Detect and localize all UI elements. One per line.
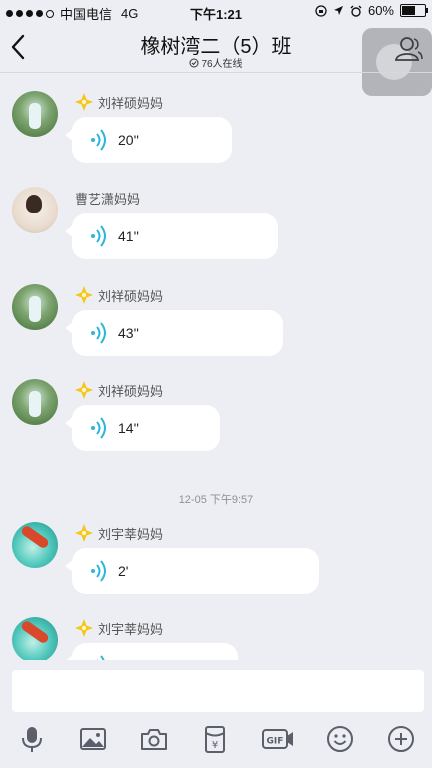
status-icons: 60% [315, 3, 428, 18]
time-divider: 12-05 下午9:57 [178, 494, 254, 506]
sender-row: 刘祥硕妈妈 [74, 284, 163, 306]
voice-duration: 41'' [118, 228, 139, 244]
svg-text:¥: ¥ [212, 740, 218, 751]
location-arrow-icon [333, 6, 343, 15]
online-count: 76人在线 [201, 59, 243, 70]
red-packet-icon[interactable]: ¥ [200, 724, 230, 754]
input-area: ¥ GIF [0, 660, 432, 768]
message-item: 刘宇莘妈妈 [0, 617, 432, 660]
voice-message-bubble[interactable]: 2' [65, 548, 319, 594]
alarm-icon [350, 5, 362, 17]
svg-text:GIF: GIF [267, 737, 284, 747]
avatar[interactable] [12, 91, 58, 137]
star-badge-icon [75, 381, 93, 399]
star-badge-icon [75, 619, 93, 637]
online-check-icon [189, 58, 199, 68]
voice-message-bubble[interactable]: 14'' [65, 405, 220, 451]
battery-percent: 60% [367, 3, 394, 18]
avatar[interactable] [12, 379, 58, 425]
voice-message-bubble[interactable]: 20'' [65, 117, 232, 163]
status-bar: 中国电信 4G 下午1:21 60% [0, 0, 432, 22]
sender-row: 刘宇莘妈妈 [74, 522, 163, 544]
voice-wave-icon [91, 225, 106, 247]
voice-message-bubble[interactable]: 43'' [65, 310, 283, 356]
plus-icon[interactable] [386, 724, 416, 754]
voice-message-bubble[interactable]: 41'' [65, 213, 278, 259]
sender-row: 刘宇莘妈妈 [74, 617, 163, 639]
rotation-lock-icon [315, 4, 327, 17]
voice-wave-icon [91, 560, 106, 582]
nav-divider [0, 72, 432, 73]
sender-row: 刘祥硕妈妈 [74, 91, 163, 113]
avatar[interactable] [12, 617, 58, 660]
image-icon[interactable] [78, 724, 108, 754]
star-badge-icon [75, 524, 93, 542]
sender-row: 刘祥硕妈妈 [74, 379, 163, 401]
message-input[interactable] [12, 670, 424, 712]
sender-row: 曹艺潇妈妈 [75, 187, 140, 209]
voice-message-bubble[interactable] [65, 643, 238, 660]
input-toolbar: ¥ GIF [0, 722, 432, 758]
sender-name: 刘祥硕妈妈 [98, 95, 164, 111]
voice-wave-icon [91, 417, 106, 439]
voice-duration: 14'' [118, 420, 139, 436]
voice-wave-icon [91, 322, 106, 344]
avatar[interactable] [12, 522, 58, 568]
microphone-icon[interactable] [17, 724, 47, 754]
emoji-icon[interactable] [325, 724, 355, 754]
voice-duration: 20'' [118, 132, 139, 148]
camera-icon[interactable] [139, 724, 169, 754]
sender-name: 刘祥硕妈妈 [98, 288, 164, 304]
gif-icon[interactable]: GIF [261, 724, 295, 754]
star-badge-icon [75, 286, 93, 304]
voice-duration: 43'' [118, 325, 139, 341]
sender-name: 刘宇莘妈妈 [98, 621, 164, 637]
avatar[interactable] [12, 284, 58, 330]
battery-icon [400, 4, 428, 17]
star-badge-icon [75, 93, 93, 111]
sender-name: 刘祥硕妈妈 [98, 383, 164, 399]
sender-name: 刘宇莘妈妈 [98, 526, 164, 542]
group-members-button[interactable] [362, 28, 432, 96]
group-members-icon [394, 37, 423, 61]
sender-name: 曹艺潇妈妈 [75, 191, 141, 207]
voice-wave-icon [91, 129, 106, 151]
voice-duration: 2' [118, 563, 129, 579]
avatar[interactable] [12, 187, 58, 233]
